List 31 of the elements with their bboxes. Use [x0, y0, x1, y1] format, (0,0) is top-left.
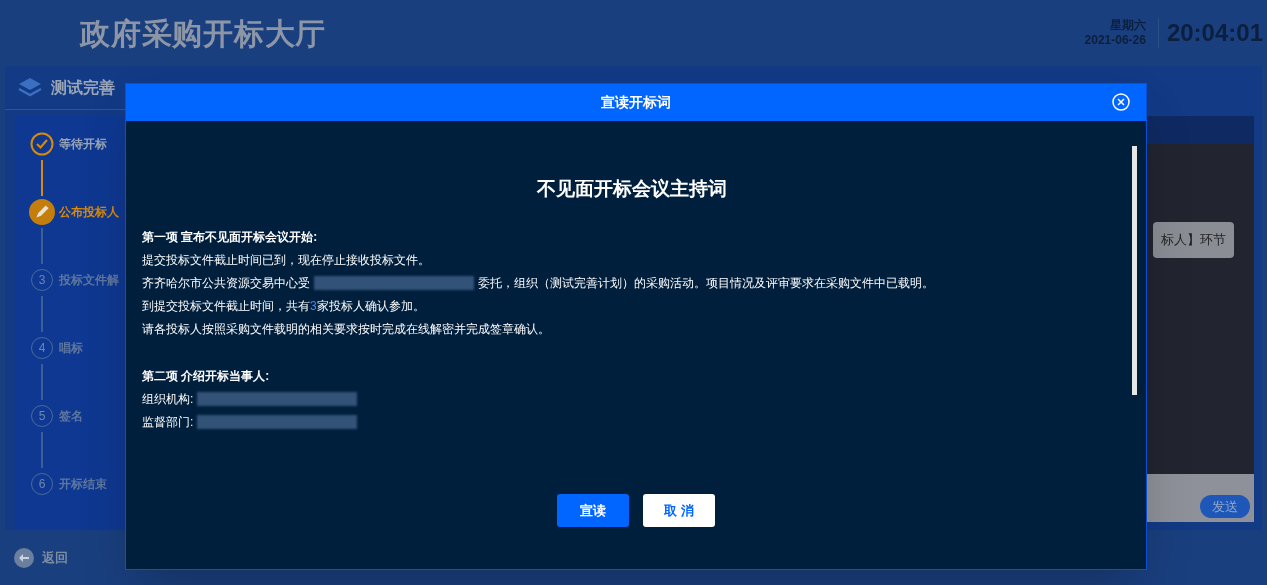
date-text: 2021-06-26	[1084, 33, 1146, 48]
scrollbar[interactable]	[1131, 146, 1137, 395]
hall-title: 政府采购开标大厅	[80, 15, 326, 52]
send-button[interactable]: 发送	[1200, 494, 1250, 518]
step-label: 唱标	[59, 340, 83, 357]
bidder-count: 3	[310, 298, 317, 315]
close-icon[interactable]	[1112, 93, 1130, 111]
step-label: 等待开标	[59, 136, 107, 153]
back-link[interactable]: 返回	[42, 547, 68, 568]
message-bubble: 标人】环节	[1153, 222, 1234, 258]
dialog-title: 宣读开标词	[601, 93, 671, 112]
body-text: 委托，组织（测试完善计划）的采购活动。项目情况及评审要求在采购文件中已载明。	[478, 275, 934, 292]
body-text: 提交投标文件截止时间已到，现在停止接收投标文件。	[142, 252, 430, 269]
step-label: 签名	[59, 408, 83, 425]
weekday-text: 星期六	[1109, 18, 1146, 33]
body-text: 到提交投标文件截止时间，共有	[142, 298, 310, 315]
dialog-heading: 不见面开标会议主持词	[536, 177, 728, 201]
section-heading: 第二项 介绍开标当事人:	[142, 368, 270, 385]
section-heading: 第一项 宣布不见面开标会议开始:	[142, 229, 318, 246]
step-label: 公布投标人	[59, 204, 119, 221]
step-label: 开标结束	[59, 476, 107, 493]
body-text: 请各投标人按照采购文件载明的相关要求按时完成在线解密并完成签章确认。	[142, 321, 550, 338]
cancel-button[interactable]: 取 消	[643, 494, 715, 527]
body-text: 组织机构:	[142, 391, 194, 408]
body-text: 监督部门:	[142, 414, 194, 431]
clock-text: 20:04:01	[1165, 18, 1264, 48]
step-label: 投标文件解	[59, 272, 119, 289]
body-text: 齐齐哈尔市公共资源交易中心受	[142, 275, 310, 292]
read-button[interactable]: 宣读	[557, 494, 629, 527]
body-text: 家投标人确认参加。	[316, 298, 425, 315]
project-title: 测试完善	[51, 77, 115, 98]
